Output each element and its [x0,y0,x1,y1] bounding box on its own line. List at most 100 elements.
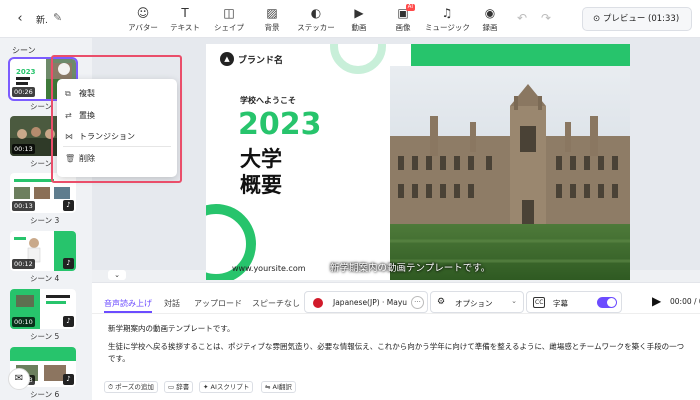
scenes-heading: シーン [12,46,36,55]
preview-button[interactable]: ⊙ プレビュー (01:33) [582,7,692,31]
scene-label: シーン 5 [30,332,60,341]
tab-no-speech[interactable]: スピーチなし [252,298,300,309]
sliders-icon: ⚙ [437,297,446,307]
toolbar-avatar-button[interactable]: ☺ アバター [121,6,165,33]
toolbar-label: テキスト [170,23,200,32]
decorative-green-bar [411,44,630,68]
play-circle-icon: ⊙ [593,14,603,24]
tool-label: AIスクリプト [210,383,250,391]
toolbar-label: 動画 [351,23,367,32]
scene-duration: 00:10 [12,317,35,327]
tab-text-to-speech[interactable]: 音声読み上げ [104,298,152,309]
scene-duration: 00:12 [12,259,35,269]
subtitle-toggle[interactable] [597,297,617,308]
toolbar-video-button[interactable]: ▶ 動画 [337,6,381,33]
toolbar-label: 録画 [482,23,498,32]
text-icon: T [181,6,189,20]
chat-help-icon[interactable]: ✉ [8,368,30,390]
subtitle-control: CC 字幕 [526,291,622,313]
project-title[interactable]: 新. [36,13,48,26]
back-arrow-icon[interactable]: ‹ [12,11,28,27]
avatar-icon: ☺ [136,6,150,20]
svg-text:2023: 2023 [16,68,36,76]
scene-label: シーン 4 [30,274,60,283]
top-toolbar: ‹ 新. ✎ ☺ アバター T テキスト ◫ シェイプ ▨ 背景 ◐ ステッカー… [0,0,700,38]
sparkle-icon: ✦ [203,383,211,391]
scene-thumbnail-4[interactable]: 00:12 ♪ [10,231,76,271]
ai-script-button[interactable]: ✦ AIスクリプト [199,381,254,393]
script-note-icon[interactable]: ♪ [63,200,74,211]
record-icon: ◉ [484,6,496,20]
toolbar-record-button[interactable]: ◉ 録画 [468,6,512,33]
toolbar-sticker-button[interactable]: ◐ ステッカー [294,6,338,33]
redo-icon[interactable]: ↷ [541,11,551,25]
script-note-icon[interactable]: ♪ [63,258,74,269]
dictionary-button[interactable]: ▭ 辞書 [164,381,194,393]
playback-control: ▶ 00:00 / 0 [640,291,700,313]
tab-upload[interactable]: アップロード [194,298,242,309]
brand-logo-icon[interactable]: ▲ [220,52,234,66]
toolbar-label: アバター [128,23,158,32]
options-dropdown[interactable]: ⚙ オプション ⌄ [430,291,524,313]
more-options-icon[interactable]: ··· [411,296,424,309]
japan-flag-icon [313,298,323,308]
scene-thumbnail-5[interactable]: 00:10 ♪ [10,289,76,329]
chevron-down-icon[interactable]: ⌄ [108,270,126,280]
university-photo[interactable] [390,66,630,280]
background-icon: ▨ [266,6,278,20]
script-line: です。 [108,354,130,363]
script-panel: 音声読み上げ 対話 アップロード スピーチなし Japanese(JP) · M… [92,282,700,400]
translate-icon: ⇋ [265,383,273,391]
closed-caption-icon: CC [533,297,546,308]
scene-duration: 00:13 [12,201,35,211]
playback-time: 00:00 / 0 [670,297,700,306]
options-label: オプション [455,299,493,308]
script-textarea[interactable]: 新学期案内の動画テンプレートです。 生徒に学校へ戻る挨拶することは、ポジティブな… [108,323,694,379]
scene-duration: 00:13 [12,144,35,154]
script-note-icon[interactable]: ♪ [63,374,74,385]
video-icon: ▶ [354,6,364,20]
toolbar-shape-button[interactable]: ◫ シェイプ [207,6,251,33]
chevron-down-icon: ⌄ [511,297,517,305]
site-url-text[interactable]: www.yoursite.com [232,264,306,273]
undo-icon[interactable]: ↶ [517,11,527,25]
ai-translate-button[interactable]: ⇋ AI翻訳 [261,381,296,393]
add-pause-button[interactable]: ⏱ ポーズの追加 [104,381,158,393]
image-icon: ▣ [397,6,409,20]
script-line: 生徒に学校へ戻る挨拶することは、ポジティブな雰囲気造り、必要な情報伝え、これから… [108,342,685,351]
highlight-annotation [51,55,182,183]
toolbar-text-button[interactable]: T テキスト [163,6,207,33]
toolbar-image-button[interactable]: ▣ AI 画像 [381,4,425,33]
tool-label: AI翻訳 [272,383,292,391]
scene-label: シーン [30,102,53,111]
edit-pencil-icon[interactable]: ✎ [53,11,62,24]
year-text[interactable]: 2023 [238,107,322,142]
ai-badge: AI [405,4,415,11]
play-icon[interactable]: ▶ [652,294,661,308]
subtitle-caption[interactable]: 新学期案内の動画テンプレートです。 [330,260,490,274]
voice-selector[interactable]: Japanese(JP) · Mayu ··· [304,291,428,313]
scene-duration: 00:26 [12,87,35,97]
voice-name: Japanese(JP) · Mayu [333,298,408,307]
brand-name-text[interactable]: ブランド名 [238,53,283,66]
tool-label: ポーズの追加 [115,383,154,391]
subtitle-label: 字幕 [553,299,568,308]
scene-label: シーン 6 [30,390,60,399]
toolbar-label: シェイプ [214,23,244,32]
scene-label: シーン 3 [30,216,60,225]
toolbar-label: 画像 [395,23,411,32]
script-note-icon[interactable]: ♪ [63,316,74,327]
toolbar-label: 背景 [264,23,280,32]
toolbar-music-button[interactable]: ♫ ミュージック [425,6,470,33]
tool-label: 辞書 [176,383,190,391]
preview-label: プレビュー (01:33) [602,14,680,24]
slide-title-text[interactable]: 大学概要 [240,146,300,198]
tab-dialogue[interactable]: 対話 [164,298,180,309]
slide-canvas[interactable]: ▲ ブランド名 学校へようこそ 2023 大学概要 www.yoursite.c… [206,44,630,280]
toolbar-background-button[interactable]: ▨ 背景 [250,6,294,33]
tabs-divider [92,313,700,314]
toolbar-label: ステッカー [297,23,335,32]
script-line: 新学期案内の動画テンプレートです。 [108,324,235,333]
welcome-text[interactable]: 学校へようこそ [240,95,296,106]
toolbar-label: ミュージック [425,23,470,32]
